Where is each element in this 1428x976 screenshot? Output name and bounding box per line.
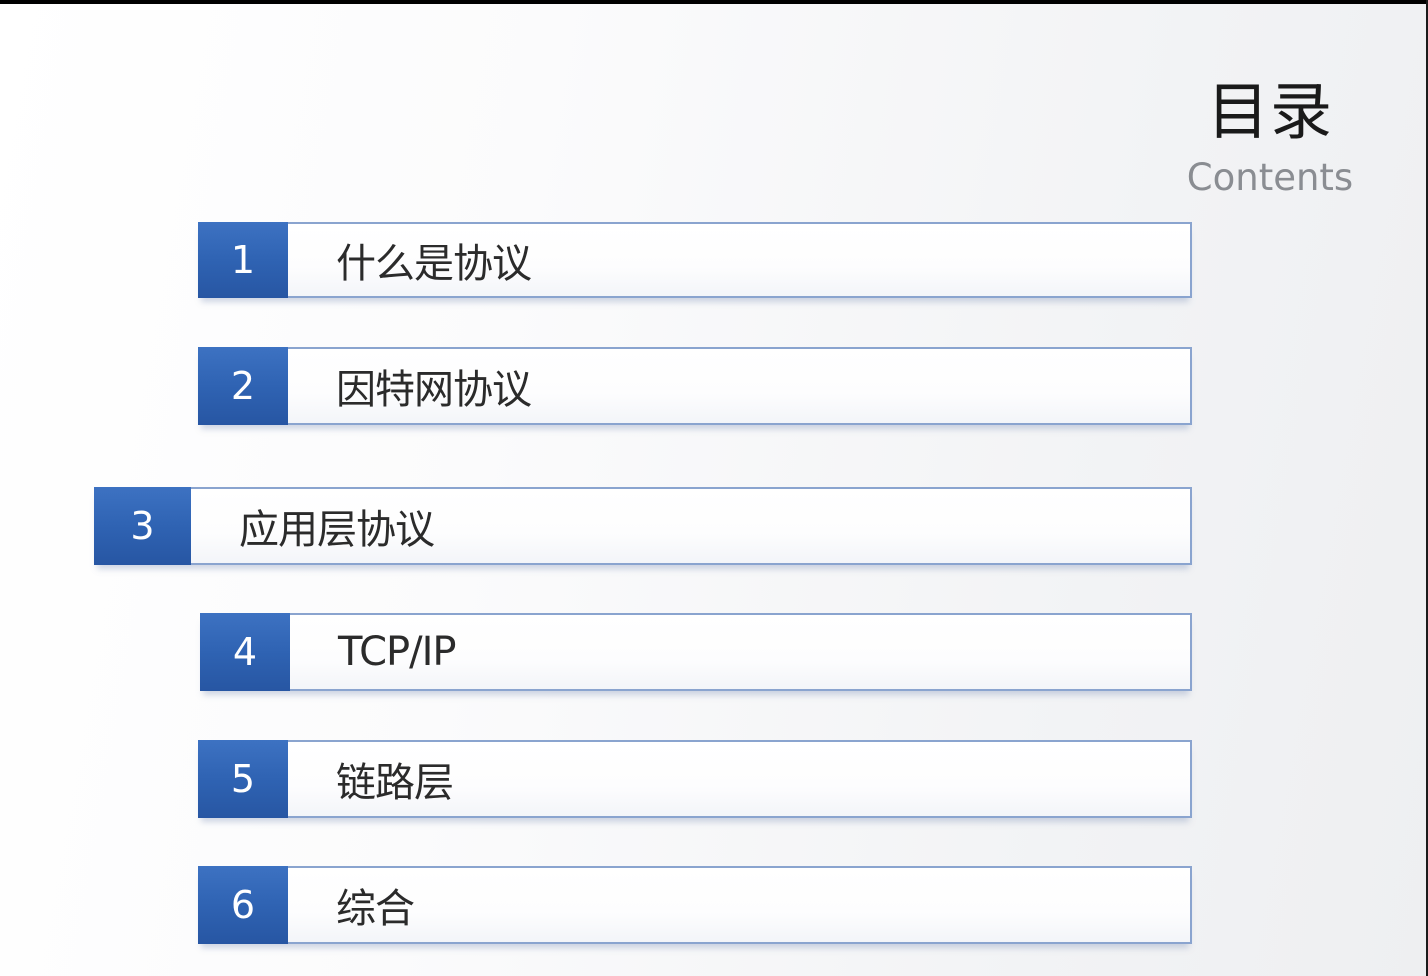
toc-item-number: 3: [94, 487, 191, 565]
toc-item-number: 1: [198, 222, 288, 298]
toc-item-3[interactable]: 3 应用层协议: [94, 487, 1192, 565]
toc-item-number: 4: [200, 613, 290, 691]
toc-item-label: 什么是协议: [336, 241, 532, 287]
page-title: 目录: [1206, 75, 1333, 148]
toc-item-1[interactable]: 1 什么是协议: [198, 222, 1192, 298]
toc-item-2[interactable]: 2 因特网协议: [198, 347, 1192, 425]
toc-item-number: 5: [198, 740, 288, 818]
toc-item-number: 2: [198, 347, 288, 425]
contents-slide: 目录 Contents 1 什么是协议 2 因特网协议 3 应用层协议 4 TC…: [0, 4, 1426, 976]
toc-item-label: 链路层: [336, 760, 454, 806]
toc-item-6[interactable]: 6 综合: [198, 866, 1192, 944]
toc-item-number: 6: [198, 866, 288, 944]
toc-item-label: 综合: [336, 886, 415, 932]
toc-item-label: 应用层协议: [239, 507, 435, 553]
toc-item-4[interactable]: 4 TCP/IP: [200, 613, 1192, 691]
toc-item-label: 因特网协议: [336, 367, 532, 413]
toc-item-5[interactable]: 5 链路层: [198, 740, 1192, 818]
contents-heading: 目录 Contents: [1150, 74, 1390, 200]
toc-item-label: TCP/IP: [338, 629, 457, 675]
page-subtitle: Contents: [1186, 156, 1354, 199]
